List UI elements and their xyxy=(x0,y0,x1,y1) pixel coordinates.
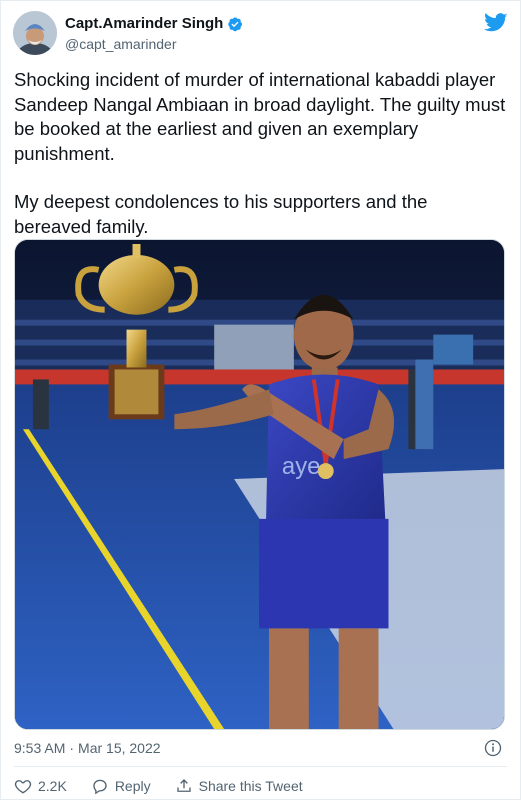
info-icon[interactable] xyxy=(484,739,502,757)
tweet-text: Shocking incident of murder of internati… xyxy=(14,68,509,263)
tweet-actions: 2.2K Reply Share this Tweet xyxy=(14,777,327,795)
tweet-paragraph: Shocking incident of murder of internati… xyxy=(14,69,506,164)
share-label: Share this Tweet xyxy=(198,778,303,794)
avatar[interactable] xyxy=(13,11,57,55)
tweet-card: Capt.Amarinder Singh @capt_amarinder Sho… xyxy=(0,0,521,800)
twitter-bird-icon[interactable] xyxy=(484,13,508,33)
like-count: 2.2K xyxy=(38,778,67,794)
like-button[interactable]: 2.2K xyxy=(14,777,67,795)
share-button[interactable]: Share this Tweet xyxy=(175,777,303,795)
heart-icon xyxy=(14,780,32,794)
tweet-time: 9:53 AM xyxy=(14,740,66,756)
svg-text:aye: aye xyxy=(282,453,321,480)
meta-separator: · xyxy=(69,740,75,756)
divider xyxy=(14,766,507,767)
tweet-photo[interactable]: aye xyxy=(14,239,505,730)
tweet-date: Mar 15, 2022 xyxy=(78,740,161,756)
reply-button[interactable]: Reply xyxy=(91,777,151,795)
share-icon xyxy=(176,779,191,792)
reply-label: Reply xyxy=(114,778,151,794)
tweet-paragraph: My deepest condolences to his supporters… xyxy=(14,191,428,237)
verified-badge-icon xyxy=(228,16,243,31)
reply-icon xyxy=(93,779,107,795)
tweet-header: Capt.Amarinder Singh @capt_amarinder xyxy=(13,11,508,57)
tweet-timestamp[interactable]: 9:53 AM · Mar 15, 2022 xyxy=(14,740,161,756)
display-name[interactable]: Capt.Amarinder Singh xyxy=(65,15,223,32)
user-handle[interactable]: @capt_amarinder xyxy=(65,36,177,52)
name-row: Capt.Amarinder Singh xyxy=(65,15,243,32)
